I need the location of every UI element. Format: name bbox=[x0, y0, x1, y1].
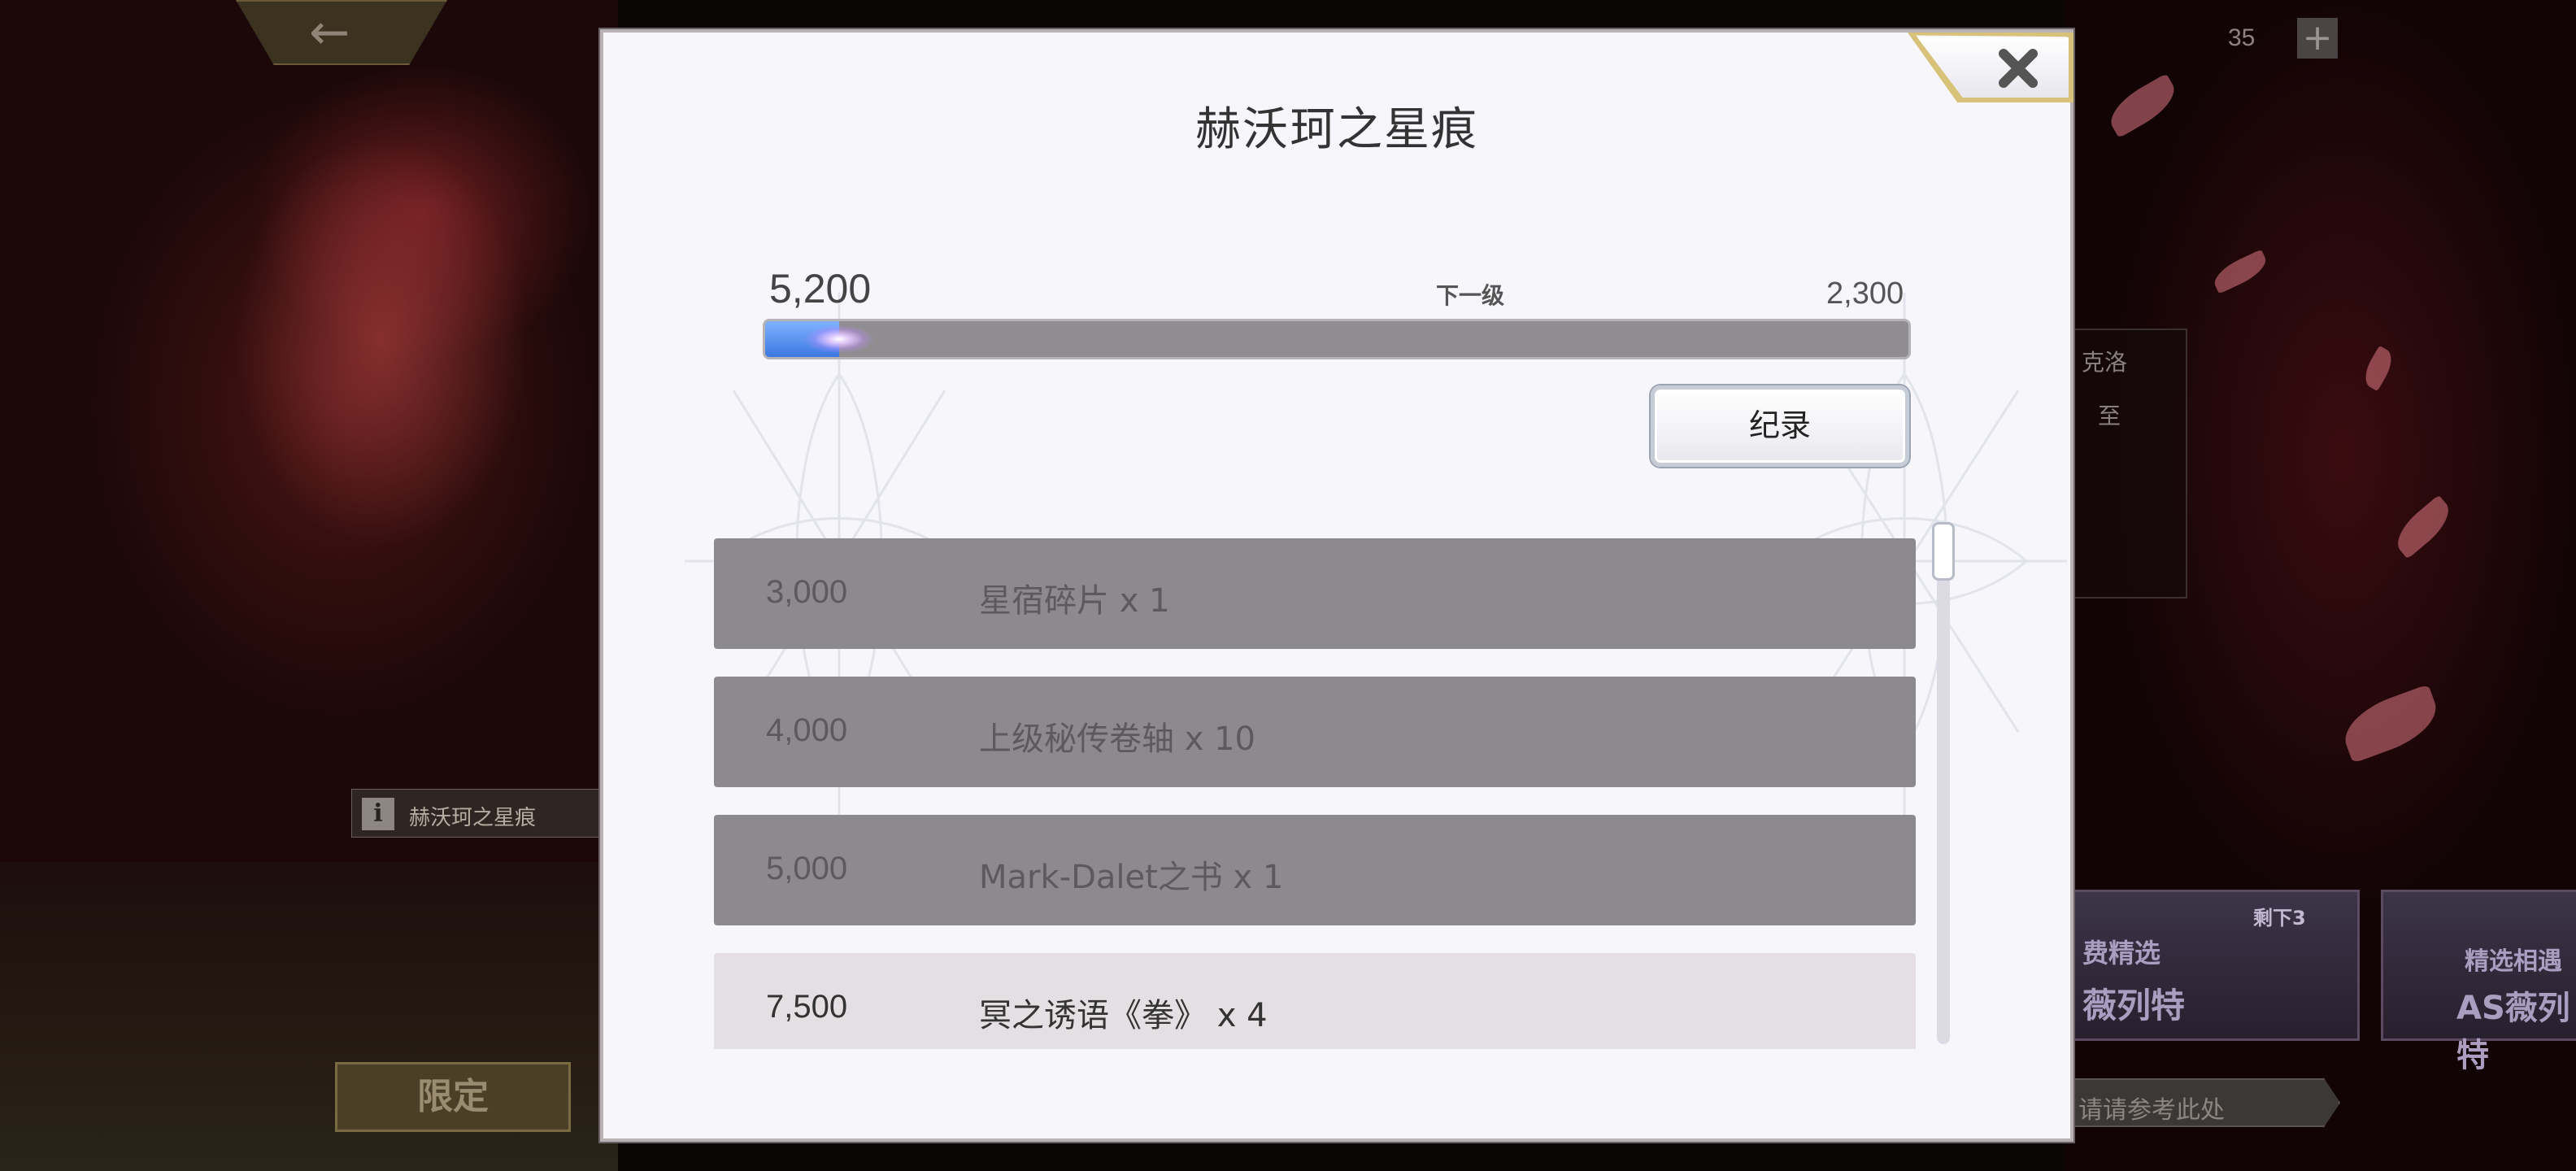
right-panel-text: 至 bbox=[2098, 403, 2121, 429]
limited-tab[interactable]: 限定 bbox=[335, 1062, 571, 1132]
currency-counter: 35 bbox=[2228, 24, 2256, 51]
reward-row[interactable]: 7,500 冥之诱语《拳》 x 4 bbox=[714, 953, 1916, 1049]
reward-points: 4,000 bbox=[766, 712, 848, 748]
reward-name: 星宿碎片 x 1 bbox=[979, 582, 1170, 620]
banner-title: 费精选 bbox=[2082, 938, 2161, 969]
info-bar[interactable]: i 赫沃珂之星痕 bbox=[351, 789, 620, 838]
reward-list[interactable]: 3,000 星宿碎片 x 1 4,000 上级秘传卷轴 x 10 5,000 Mark-D… bbox=[714, 538, 1916, 1049]
right-panel-text: 克洛 bbox=[2082, 349, 2128, 376]
add-currency-button[interactable]: + bbox=[2297, 18, 2338, 59]
banner-tag: 剩下3 bbox=[2253, 907, 2306, 929]
banner-title: 精选相遇 bbox=[2465, 947, 2562, 976]
progress-bar bbox=[763, 319, 1911, 359]
reward-name: Mark-Dalet之书 x 1 bbox=[979, 859, 1284, 896]
reward-name: 冥之诱语《拳》 x 4 bbox=[979, 997, 1268, 1034]
next-level-label: 下一级 bbox=[1435, 282, 1505, 309]
info-icon: i bbox=[362, 798, 394, 830]
current-points: 5,200 bbox=[769, 266, 872, 311]
next-level-points: 2,300 bbox=[1826, 276, 1904, 311]
dialog-title: 赫沃珂之星痕 bbox=[1195, 103, 1478, 156]
close-button[interactable] bbox=[1908, 33, 2073, 102]
record-button[interactable]: 纪录 bbox=[1651, 385, 1909, 467]
banner-free-select[interactable]: 剩下3 费精选 薇列特 bbox=[2072, 890, 2360, 1041]
reward-row[interactable]: 3,000 星宿碎片 x 1 bbox=[714, 538, 1916, 649]
reward-points: 5,000 bbox=[766, 851, 848, 886]
reward-points: 3,000 bbox=[766, 574, 848, 610]
close-icon bbox=[1999, 49, 2038, 88]
banner-select-encounter[interactable]: 精选相遇 AS薇列特 bbox=[2381, 890, 2576, 1074]
progress-sparkle-icon bbox=[794, 321, 885, 357]
back-arrow-icon: ← bbox=[309, 4, 350, 61]
reward-row[interactable]: 4,000 上级秘传卷轴 x 10 bbox=[714, 677, 1916, 787]
hint-text: 请请参考此处 bbox=[2078, 1096, 2225, 1125]
banner-subtitle: 薇列特 bbox=[2082, 986, 2186, 1025]
reward-name: 上级秘传卷轴 x 10 bbox=[979, 720, 1255, 758]
hint-bar[interactable]: 请请参考此处 bbox=[2072, 1078, 2340, 1127]
info-bar-label: 赫沃珂之星痕 bbox=[409, 806, 537, 830]
reward-row[interactable]: 5,000 Mark-Dalet之书 x 1 bbox=[714, 815, 1916, 925]
reward-list-scrollbar[interactable] bbox=[1937, 527, 1950, 1044]
banner-subtitle: AS薇列特 bbox=[2456, 990, 2570, 1074]
reward-points: 7,500 bbox=[766, 989, 848, 1025]
scrollbar-thumb[interactable] bbox=[1932, 522, 1955, 581]
